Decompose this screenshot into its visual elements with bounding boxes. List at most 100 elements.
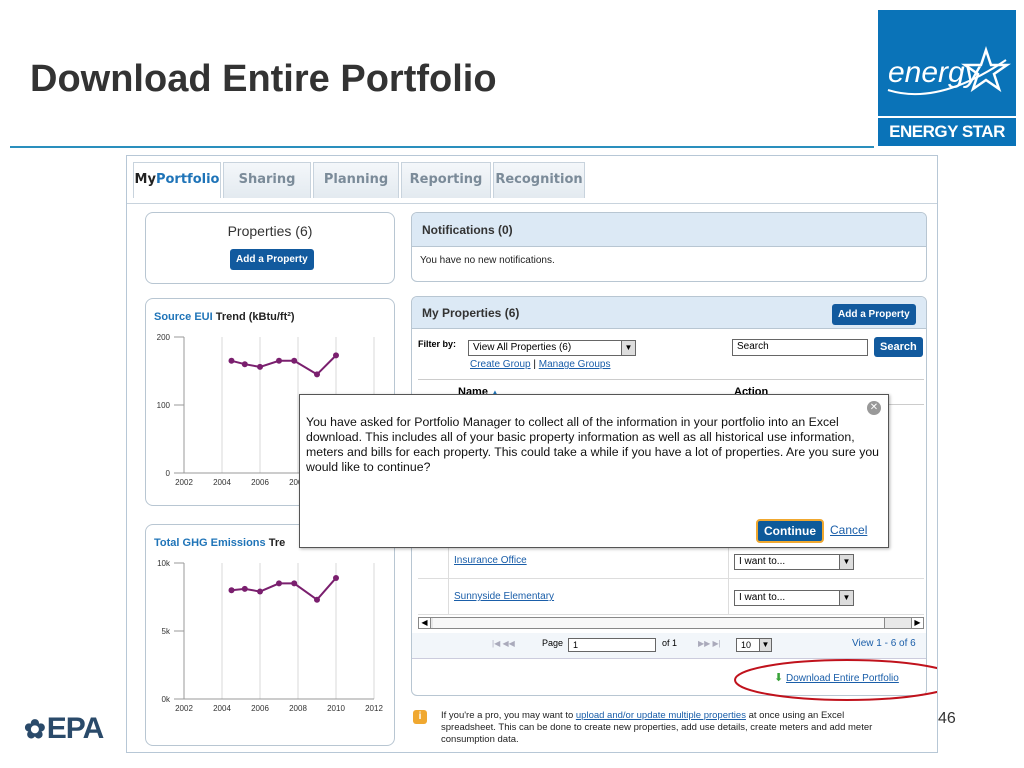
info-icon: i	[413, 710, 427, 724]
search-input[interactable]: Search	[732, 339, 868, 356]
tab-reporting[interactable]: Reporting	[401, 162, 491, 198]
source-eui-title: Source EUI Trend (kBtu/ft²)	[154, 311, 295, 323]
filter-select[interactable]: View All Properties (6) ▼	[468, 340, 636, 356]
x-tick-label: 2006	[251, 704, 269, 713]
highlight-ellipse	[734, 659, 937, 701]
upload-properties-link[interactable]: upload and/or update multiple properties	[576, 710, 746, 721]
search-button[interactable]: Search	[874, 337, 923, 357]
title-rule	[10, 146, 874, 148]
ghg-title-a: Total GHG Emissions	[154, 537, 266, 549]
page-of: of 1	[662, 638, 678, 648]
last-page-icon[interactable]: ▶▶ ▶|	[698, 639, 721, 648]
scroll-right-icon[interactable]: ▶	[911, 618, 923, 628]
group-links: Create Group | Manage Groups	[470, 359, 610, 370]
first-page-icon[interactable]: |◀ ◀◀	[492, 639, 515, 648]
manage-groups-link[interactable]: Manage Groups	[539, 359, 611, 370]
epa-label: EPA	[46, 712, 104, 745]
x-tick-label: 2004	[213, 704, 231, 713]
x-tick-label: 2010	[327, 704, 345, 713]
action-select[interactable]: I want to... ▼	[734, 590, 854, 606]
data-point	[241, 361, 248, 368]
ghg-chart: 0k 5k 10k 2002 2004 2006 2008 2010 2012	[157, 559, 383, 713]
page-input[interactable]: 1	[568, 638, 656, 652]
view-count: View 1 - 6 of 6	[852, 638, 916, 649]
property-link[interactable]: Insurance Office	[454, 555, 527, 566]
filter-label: Filter by:	[418, 339, 457, 349]
source-eui-title-a: Source EUI	[154, 311, 213, 323]
tab-planning[interactable]: Planning	[313, 162, 399, 198]
tab-recognition[interactable]: Recognition	[493, 162, 585, 198]
data-point	[228, 587, 235, 594]
y-tick-label: 5k	[162, 627, 171, 636]
slide-title: Download Entire Portfolio	[30, 58, 497, 100]
energy-star-script-icon: energy	[887, 46, 1012, 96]
data-point	[228, 357, 235, 364]
tab-myportfolio-label-a: My	[134, 172, 156, 187]
data-point	[241, 585, 248, 592]
notifications-title: Notifications (0)	[412, 213, 926, 247]
x-tick-label: 2002	[175, 704, 193, 713]
energy-star-logo: energy ENERGY STAR	[876, 8, 1018, 148]
chevron-down-icon: ▼	[621, 341, 635, 355]
data-point	[314, 371, 320, 378]
data-point	[291, 580, 298, 587]
per-page-select[interactable]: 10 ▼	[736, 638, 772, 652]
per-page-value: 10	[741, 640, 752, 650]
page-number: 46	[938, 710, 956, 727]
portfolio-manager-screenshot: MyPortfolio Sharing Planning Reporting R…	[126, 155, 938, 753]
add-property-button-2[interactable]: Add a Property	[832, 304, 916, 325]
continue-button[interactable]: Continue	[756, 519, 824, 543]
notifications-message: You have no new notifications.	[420, 255, 555, 266]
epa-logo: ✿EPA	[24, 712, 104, 746]
tab-myportfolio-label-b: Portfolio	[155, 172, 220, 187]
slide: Download Entire Portfolio energy ENERGY …	[0, 0, 1024, 768]
y-tick-label: 100	[157, 401, 171, 410]
notifications-panel: Notifications (0) You have no new notifi…	[411, 212, 927, 282]
data-point	[276, 580, 282, 587]
chevron-down-icon: ▼	[839, 591, 853, 605]
confirm-dialog: ✕ You have asked for Portfolio Manager t…	[299, 394, 889, 548]
source-eui-title-b: Trend (kBtu/ft²)	[215, 311, 295, 323]
properties-count: Properties (6)	[227, 223, 313, 239]
data-point	[276, 357, 282, 364]
energy-star-label: ENERGY STAR	[878, 116, 1016, 146]
chevron-down-icon: ▼	[759, 639, 771, 651]
scroll-left-icon[interactable]: ◀	[419, 618, 431, 628]
property-link[interactable]: Sunnyside Elementary	[454, 591, 554, 602]
group-links-separator: |	[533, 359, 536, 370]
energy-star-script: energy	[888, 56, 982, 89]
tab-bar: MyPortfolio Sharing Planning Reporting R…	[127, 162, 937, 204]
data-point	[333, 352, 339, 359]
ghg-title-b: Tre	[268, 537, 286, 549]
y-tick-label: 200	[157, 333, 171, 342]
y-tick-label: 0	[166, 469, 171, 478]
close-icon[interactable]: ✕	[867, 401, 881, 415]
scroll-thumb[interactable]	[433, 618, 885, 628]
dialog-message: You have asked for Portfolio Manager to …	[306, 415, 880, 474]
page-label: Page	[542, 638, 564, 648]
data-point	[257, 363, 263, 370]
action-select-value: I want to...	[739, 556, 786, 567]
x-tick-label: 2002	[175, 478, 193, 487]
y-tick-label: 0k	[162, 695, 171, 704]
cancel-link[interactable]: Cancel	[830, 523, 867, 537]
x-tick-label: 2008	[289, 704, 307, 713]
add-property-button[interactable]: Add a Property	[230, 249, 314, 270]
chevron-down-icon: ▼	[839, 555, 853, 569]
x-tick-label: 2004	[213, 478, 231, 487]
data-point	[314, 596, 320, 603]
tab-divider	[127, 203, 937, 204]
ghg-title: Total GHG Emissions Tre	[154, 537, 285, 549]
action-select[interactable]: I want to... ▼	[734, 554, 854, 570]
tab-myportfolio[interactable]: MyPortfolio	[133, 162, 221, 198]
tab-sharing[interactable]: Sharing	[223, 162, 311, 198]
data-point	[257, 588, 263, 595]
data-point	[333, 574, 339, 581]
create-group-link[interactable]: Create Group	[470, 359, 531, 370]
x-tick-label: 2006	[251, 478, 269, 487]
horizontal-scrollbar[interactable]: ◀ ▶	[418, 617, 924, 629]
pro-tip: If you're a pro, you may want to upload …	[441, 710, 901, 746]
epa-flower-icon: ✿	[24, 714, 46, 744]
action-select-value: I want to...	[739, 592, 786, 603]
table-row: Sunnyside Elementary I want to... ▼	[418, 579, 924, 615]
